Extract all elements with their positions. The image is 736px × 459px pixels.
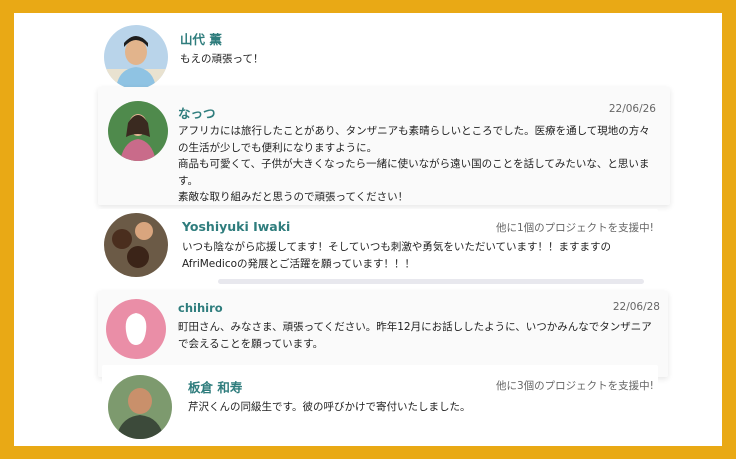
commenter-name[interactable]: なっつ — [178, 103, 216, 122]
comment-text: 町田さん、みなさま、頑張ってください。昨年12月にお話ししたように、いつかみんな… — [178, 319, 652, 352]
comment-line: もえの頑張って！ — [180, 53, 264, 65]
comment-line: 商品も可愛くて、子供が大きくなったら一緒に使いながら遠い国のことを話してみたいな… — [178, 158, 650, 170]
comment-text: いつも陰ながら応援してます！そしていつも刺激や勇気をいただいています！！ますます… — [182, 239, 611, 272]
comment-date: 22/06/26 — [608, 103, 656, 115]
comment-card: Yoshiyuki Iwaki 他に1個のプロジェクトを支援中! いつも陰ながら… — [98, 209, 658, 287]
support-count[interactable]: 他に1個のプロジェクトを支援中! — [496, 220, 654, 235]
commenter-name[interactable]: 板倉 和寿 — [188, 377, 242, 396]
support-count[interactable]: 他に3個のプロジェクトを支援中! — [496, 378, 654, 393]
avatar[interactable] — [104, 213, 168, 277]
blurred-reply — [218, 279, 644, 284]
commenter-name[interactable]: 山代 薫 — [180, 29, 222, 48]
commenter-name[interactable]: Yoshiyuki Iwaki — [182, 219, 290, 234]
avatar[interactable] — [108, 101, 168, 161]
comment-line: す。 — [178, 174, 198, 187]
comment-card: なっつ 22/06/26 アフリカには旅行したことがあり、タンザニアも素晴らしい… — [98, 87, 670, 205]
comment-text: アフリカには旅行したことがあり、タンザニアも素晴らしいところでした。医療を通して… — [178, 123, 650, 206]
avatar[interactable] — [106, 299, 166, 359]
comment-line: 芹沢くんの同級生です。彼の呼びかけで寄付いたしました。 — [188, 401, 471, 413]
comment-date: 22/06/28 — [612, 301, 660, 313]
comment-line: AfriMedicoの発展とご活躍を願っています！！！ — [182, 257, 416, 270]
comment-line: いつも陰ながら応援してます！そしていつも刺激や勇気をいただいています！！ますます… — [182, 241, 612, 253]
comment-text: 芹沢くんの同級生です。彼の呼びかけで寄付いたしました。 — [188, 399, 470, 416]
comment-text: もえの頑張って！ — [180, 51, 263, 68]
comment-line: アフリカには旅行したことがあり、タンザニアも素晴らしいところでした。医療を通して… — [178, 125, 650, 137]
comments-panel: 山代 薫 もえの頑張って！ なっつ 22/06/26 アフリカには旅行したことが… — [14, 13, 722, 446]
commenter-name[interactable]: chihiro — [178, 301, 223, 315]
comment-line: 素敵な取り組みだと思うので頑張ってください！ — [178, 191, 409, 203]
comment-card: 板倉 和寿 他に3個のプロジェクトを支援中! 芹沢くんの同級生です。彼の呼びかけ… — [102, 365, 658, 445]
comment-line: で会えることを願っています。 — [178, 337, 324, 350]
comment-line: 町田さん、みなさま、頑張ってください。昨年12月にお話ししたように、いつかみんな… — [178, 321, 652, 333]
comment-line: の生活が少しでも便利になりますように。 — [178, 141, 378, 154]
avatar[interactable] — [108, 375, 172, 439]
avatar[interactable] — [104, 25, 168, 89]
